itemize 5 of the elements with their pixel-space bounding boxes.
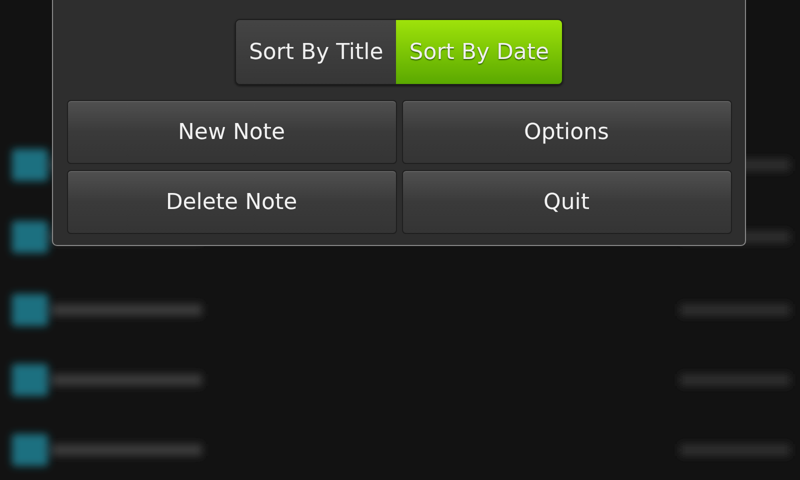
- menu-button[interactable]: New Note: [66, 100, 396, 164]
- sort-tab[interactable]: Sort By Title: [236, 20, 396, 84]
- menu-button[interactable]: Delete Note: [66, 170, 396, 234]
- menu-button[interactable]: Quit: [402, 170, 732, 234]
- menu-button[interactable]: Options: [402, 100, 732, 164]
